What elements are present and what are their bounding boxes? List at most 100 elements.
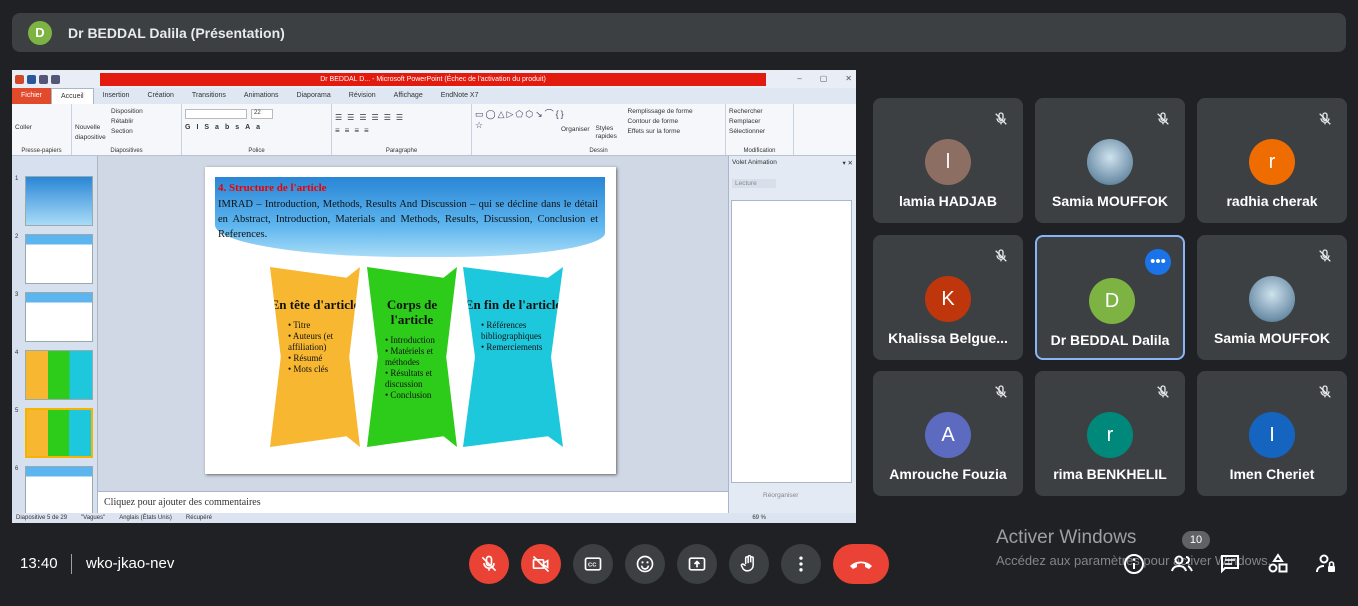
- panel-en-fin: En fin de l'article Références bibliogra…: [463, 267, 563, 447]
- more-options-button[interactable]: [781, 544, 821, 584]
- mic-off-icon: [1155, 111, 1171, 127]
- zoom-level[interactable]: 69 %: [752, 513, 766, 523]
- leave-call-button[interactable]: [833, 544, 889, 584]
- shape-effects-button[interactable]: Effets sur la forme: [628, 127, 693, 137]
- thumbnail-item[interactable]: 1: [12, 176, 97, 234]
- meeting-info-button[interactable]: [1122, 552, 1146, 576]
- font-size-input[interactable]: 22: [251, 109, 273, 119]
- participant-tile[interactable]: r rima BENKHELIL: [1035, 371, 1185, 496]
- chat-button[interactable]: [1218, 552, 1242, 576]
- tab-insertion[interactable]: Insertion: [94, 88, 139, 104]
- tab-accueil[interactable]: Accueil: [51, 88, 94, 104]
- tab-fichier[interactable]: Fichier: [12, 88, 52, 104]
- redo-icon[interactable]: [51, 74, 60, 84]
- animation-list[interactable]: [731, 200, 852, 483]
- host-controls-button[interactable]: [1314, 552, 1338, 576]
- tab-transitions[interactable]: Transitions: [183, 88, 235, 104]
- reset-button[interactable]: Rétablir: [111, 117, 143, 127]
- participant-name: Samia MOUFFOK: [1052, 193, 1168, 209]
- paragraph-buttons[interactable]: ☰☰☰☰☰☰: [335, 113, 468, 122]
- shapes-icon: [1268, 553, 1288, 573]
- mic-off-icon: [993, 248, 1009, 264]
- quick-access-toolbar[interactable]: [12, 74, 60, 84]
- thumbnail-item[interactable]: 2: [12, 234, 97, 292]
- select-button[interactable]: Sélectionner: [729, 127, 790, 137]
- thumbnail-item[interactable]: 4: [12, 350, 97, 408]
- raise-hand-button[interactable]: [729, 544, 769, 584]
- participant-name: Amrouche Fouzia: [889, 466, 1007, 482]
- participant-tile[interactable]: I Imen Cheriet: [1197, 371, 1347, 496]
- chat-icon: [1221, 555, 1239, 574]
- slide-thumbnails[interactable]: 1 2 3 4 5 6: [12, 156, 98, 516]
- play-button[interactable]: Lecture: [732, 179, 776, 188]
- present-screen-icon: [688, 557, 706, 571]
- layout-button[interactable]: Disposition: [111, 107, 143, 117]
- participant-tile[interactable]: D Dr BEDDAL Dalila •••: [1035, 235, 1185, 360]
- captions-button[interactable]: CC: [573, 544, 613, 584]
- participant-avatar: A: [925, 412, 971, 458]
- font-format-buttons[interactable]: GISabsAa: [185, 124, 328, 131]
- participant-tile[interactable]: K Khalissa Belgue...: [873, 235, 1023, 360]
- paste-button[interactable]: Coller: [15, 123, 68, 133]
- shared-screen: Dr BEDDAL D... - Microsoft PowerPoint (É…: [12, 70, 856, 523]
- maximize-icon: ▢: [819, 74, 828, 83]
- mic-off-icon: [993, 111, 1009, 127]
- slide-title: 4. Structure de l'article: [218, 182, 327, 194]
- participant-tile[interactable]: Samia MOUFFOK: [1035, 98, 1185, 223]
- group-drawing: ▭◯△▷⬠⬡↘⌒{}☆ Organiser Styles rapides Rem…: [472, 104, 726, 155]
- camera-off-button[interactable]: [521, 544, 561, 584]
- comments-field[interactable]: Cliquez pour ajouter des commentaires: [98, 491, 728, 513]
- slide-body: IMRAD – Introduction, Methods, Results A…: [218, 199, 598, 240]
- shapes-gallery[interactable]: ▭◯△▷⬠⬡↘⌒{}☆: [475, 107, 564, 137]
- tile-more-options-icon[interactable]: •••: [1145, 249, 1171, 275]
- participant-avatar: D: [1089, 278, 1135, 324]
- reorder-label[interactable]: Réorganiser: [763, 492, 798, 499]
- replace-button[interactable]: Remplacer: [729, 117, 790, 127]
- find-button[interactable]: Rechercher: [729, 107, 790, 117]
- participant-tile[interactable]: Samia MOUFFOK: [1197, 235, 1347, 360]
- people-button[interactable]: [1170, 552, 1194, 576]
- group-editing: Rechercher Remplacer Sélectionner Modifi…: [726, 104, 794, 155]
- section-button[interactable]: Section: [111, 127, 143, 137]
- presentation-title: Dr BEDDAL Dalila (Présentation): [68, 24, 285, 41]
- tab-affichage[interactable]: Affichage: [385, 88, 432, 104]
- save-icon[interactable]: [27, 74, 36, 84]
- people-icon: [1171, 555, 1193, 572]
- tab-creation[interactable]: Création: [138, 88, 182, 104]
- participant-name: Dr BEDDAL Dalila: [1050, 332, 1170, 348]
- tab-animations[interactable]: Animations: [235, 88, 288, 104]
- tab-revision[interactable]: Révision: [340, 88, 385, 104]
- tab-diaporama[interactable]: Diaporama: [288, 88, 340, 104]
- mic-off-button[interactable]: [469, 544, 509, 584]
- thumbnail-item-selected[interactable]: 5: [12, 408, 97, 466]
- new-slide-button[interactable]: Nouvelle diapositive: [75, 123, 107, 143]
- shape-fill-button[interactable]: Remplissage de forme: [628, 107, 693, 117]
- shape-outline-button[interactable]: Contour de forme: [628, 117, 693, 127]
- present-screen-button[interactable]: [677, 544, 717, 584]
- group-font: 22 GISabsAa Police: [182, 104, 332, 155]
- participant-avatar: r: [1249, 139, 1295, 185]
- anim-pane-title: Volet Animation: [732, 159, 777, 166]
- reactions-button[interactable]: [625, 544, 665, 584]
- align-buttons[interactable]: ≡≡≡≡: [335, 126, 468, 135]
- current-slide[interactable]: 4. Structure de l'article IMRAD – Introd…: [205, 167, 616, 474]
- arrange-button[interactable]: Organiser: [561, 125, 590, 141]
- undo-icon[interactable]: [39, 74, 48, 84]
- captions-icon: CC: [584, 557, 602, 571]
- participant-name: Khalissa Belgue...: [888, 330, 1008, 346]
- tab-endnote[interactable]: EndNote X7: [432, 88, 488, 104]
- close-icon[interactable]: ▾ ✕: [842, 159, 853, 167]
- mic-off-icon: [1317, 111, 1333, 127]
- font-name-input[interactable]: [185, 109, 247, 119]
- ribbon-tabs[interactable]: Fichier Accueil Insertion Création Trans…: [12, 88, 856, 104]
- activities-button[interactable]: [1266, 552, 1290, 576]
- participant-avatar: K: [925, 276, 971, 322]
- thumbnail-item[interactable]: 3: [12, 292, 97, 350]
- window-controls[interactable]: – ▢ ✕: [797, 74, 852, 83]
- close-icon: ✕: [845, 74, 852, 83]
- participant-tile[interactable]: r radhia cherak: [1197, 98, 1347, 223]
- slide-canvas[interactable]: 4. Structure de l'article IMRAD – Introd…: [98, 156, 728, 513]
- participant-tile[interactable]: l lamia HADJAB: [873, 98, 1023, 223]
- participant-tile[interactable]: A Amrouche Fouzia: [873, 371, 1023, 496]
- quick-styles-button[interactable]: Styles rapides: [596, 125, 622, 141]
